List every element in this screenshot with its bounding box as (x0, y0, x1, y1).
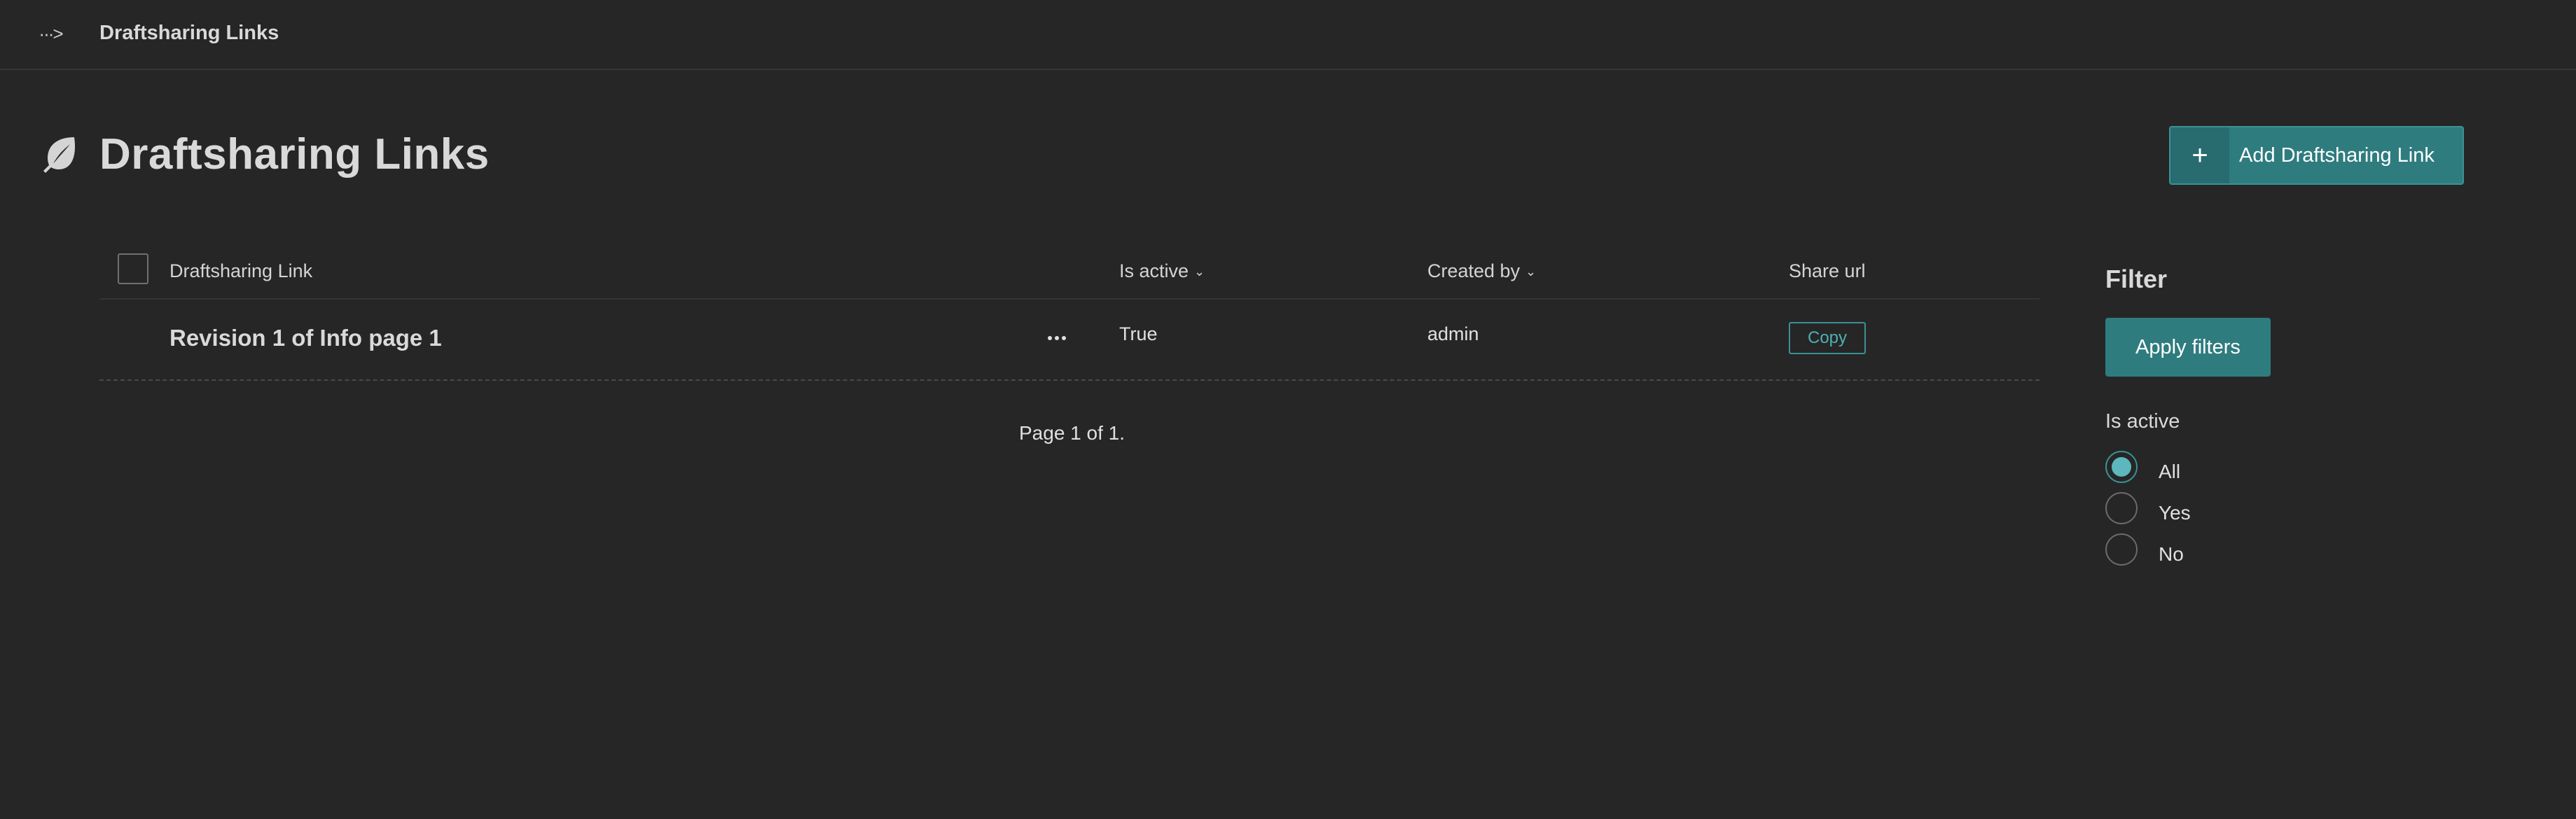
filter-option-all[interactable]: All (2105, 449, 2180, 484)
row-is-active: True (1119, 323, 1158, 344)
radio-label-no: No (2159, 543, 2184, 565)
breadcrumb-current: Draftsharing Links (99, 22, 279, 44)
radio-yes[interactable] (2105, 492, 2138, 524)
table-row: Revision 1 of Info page 1 True admin Cop… (99, 300, 2040, 381)
column-header-created-by[interactable]: Created by ⌄ (1427, 260, 1536, 282)
draftsharing-links-table: Draftsharing Link Is active ⌄ Created by ⌄… (99, 245, 2040, 381)
filter-panel: Filter Apply filters Is active All Yes N… (2105, 265, 2428, 566)
copy-share-url-button[interactable]: Copy (1789, 322, 1866, 354)
radio-label-yes: Yes (2159, 502, 2191, 524)
plus-icon: + (2170, 127, 2229, 183)
row-title-link[interactable]: Revision 1 of Info page 1 (169, 325, 442, 351)
leaf-icon (43, 137, 76, 173)
add-button-label: Add Draftsharing Link (2239, 144, 2435, 167)
column-label-created-by: Created by (1427, 260, 1521, 281)
page-header: Draftsharing Links (39, 126, 490, 182)
filter-title: Filter (2105, 265, 2168, 293)
breadcrumb-toggle-icon[interactable]: ···> (35, 20, 66, 48)
filter-is-active-label: Is active (2105, 410, 2180, 433)
add-draftsharing-link-button[interactable]: + Add Draftsharing Link (2169, 126, 2464, 185)
more-actions-icon[interactable] (1038, 328, 1076, 349)
column-label-is-active: Is active (1119, 260, 1189, 281)
filter-option-no[interactable]: No (2105, 532, 2184, 567)
radio-no[interactable] (2105, 533, 2138, 566)
column-header-draftsharing-link: Draftsharing Link (169, 260, 313, 281)
filter-option-yes[interactable]: Yes (2105, 491, 2191, 526)
radio-all[interactable] (2105, 451, 2138, 483)
chevron-down-icon: ⌄ (1194, 265, 1205, 279)
column-header-is-active[interactable]: Is active ⌄ (1119, 260, 1205, 282)
page-title: Draftsharing Links (99, 130, 490, 178)
chevron-down-icon: ⌄ (1525, 265, 1537, 279)
radio-label-all: All (2159, 461, 2181, 482)
select-all-checkbox[interactable] (118, 253, 148, 284)
row-created-by: admin (1427, 323, 1479, 344)
column-header-share-url: Share url (1789, 260, 1866, 281)
pagination-status: Page 1 of 1. (1019, 422, 1126, 444)
apply-filters-button[interactable]: Apply filters (2105, 318, 2271, 377)
table-header: Draftsharing Link Is active ⌄ Created by ⌄… (99, 245, 2040, 300)
top-bar: ···> Draftsharing Links (0, 0, 2576, 70)
